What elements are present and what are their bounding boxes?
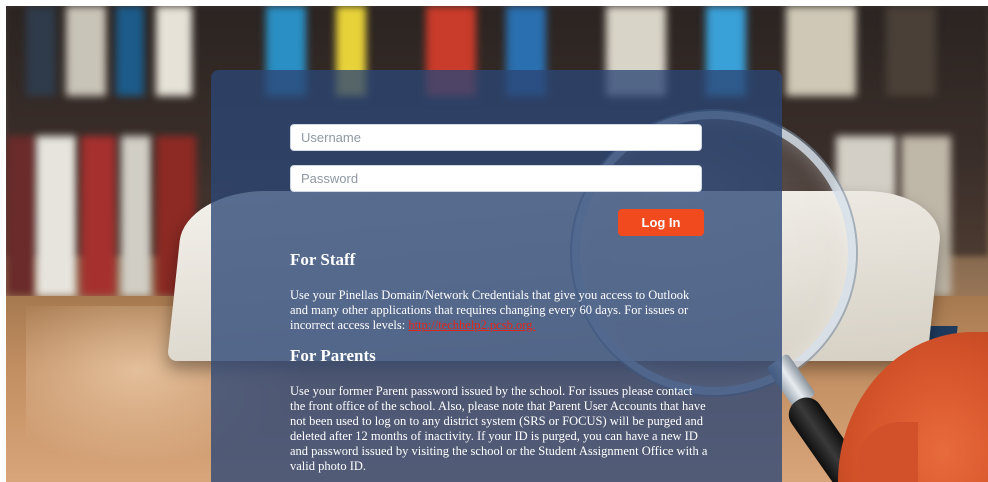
book-spine xyxy=(36,136,76,296)
login-button[interactable]: Log In xyxy=(618,209,704,236)
book-spine xyxy=(81,136,116,296)
password-input[interactable] xyxy=(290,165,702,192)
login-panel: Log In For Staff Use your Pinellas Domai… xyxy=(211,70,782,482)
book-spine xyxy=(156,6,192,96)
book-spine xyxy=(786,6,856,96)
book-spine xyxy=(121,136,151,296)
book-spine xyxy=(26,6,56,96)
parents-section: For Parents Use your former Parent passw… xyxy=(290,346,710,474)
staff-text: Use your Pinellas Domain/Network Credent… xyxy=(290,288,710,333)
staff-section: For Staff Use your Pinellas Domain/Netwo… xyxy=(290,250,710,333)
book-spine xyxy=(6,136,36,296)
parents-heading: For Parents xyxy=(290,346,376,365)
book-spine xyxy=(116,6,144,96)
staff-heading: For Staff xyxy=(290,250,356,269)
username-input[interactable] xyxy=(290,124,702,151)
techhelp-link[interactable]: http://techhelp2.pcsb.org. xyxy=(408,318,535,332)
book-spine xyxy=(66,6,106,96)
book-spine xyxy=(886,6,936,96)
parents-text: Use your former Parent password issued b… xyxy=(290,384,708,473)
